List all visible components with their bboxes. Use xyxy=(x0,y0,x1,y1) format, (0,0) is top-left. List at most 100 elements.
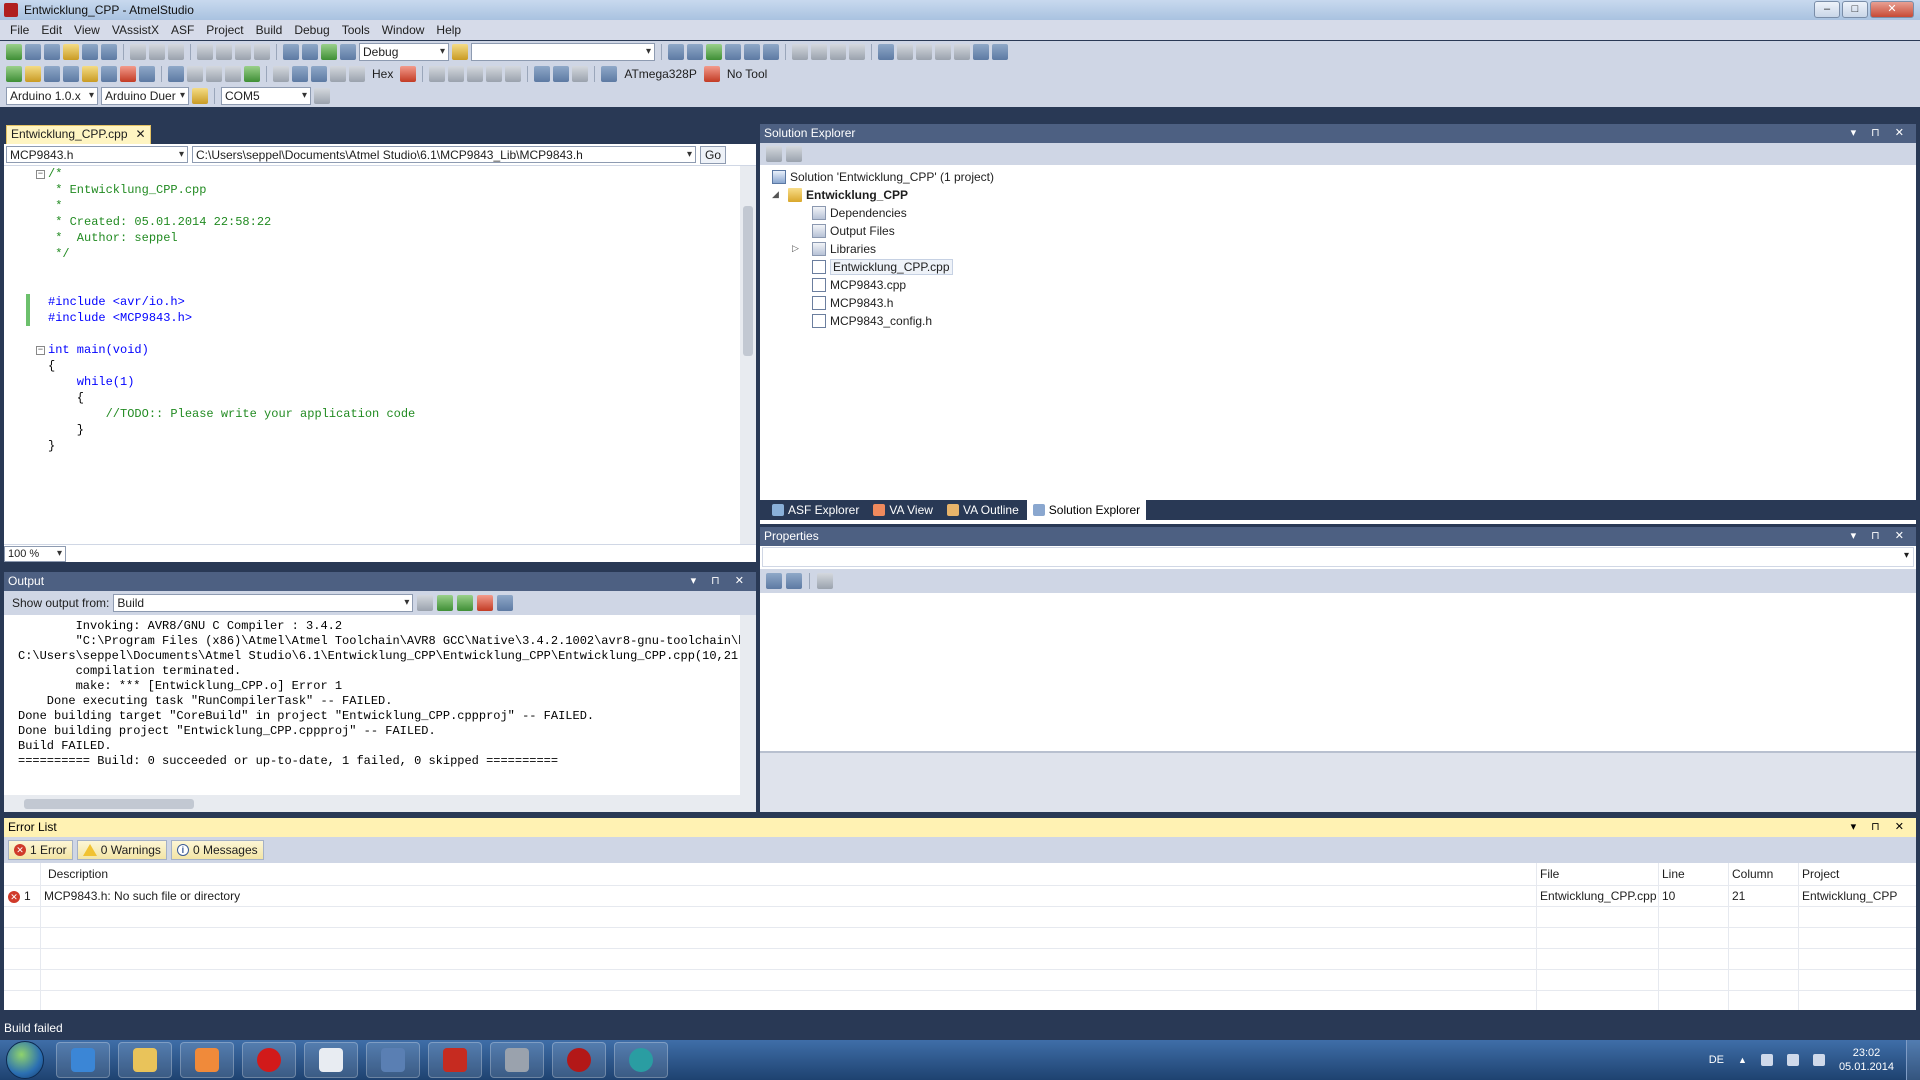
volume-icon[interactable] xyxy=(1812,1054,1825,1066)
editor-vertical-scrollbar[interactable] xyxy=(740,166,756,544)
network-icon[interactable] xyxy=(1786,1054,1799,1066)
collapse-icon[interactable]: ◢ xyxy=(772,189,779,200)
show-desktop-button[interactable] xyxy=(1906,1040,1920,1080)
taskbar-acrobat[interactable] xyxy=(428,1042,482,1078)
clock[interactable]: 23:02 05.01.2014 xyxy=(1839,1046,1894,1074)
save-all-icon[interactable] xyxy=(101,44,117,60)
find-in-files-icon[interactable] xyxy=(452,44,468,60)
spell-check-icon[interactable] xyxy=(120,66,136,82)
tab-va-outline[interactable]: VA Outline xyxy=(941,500,1025,520)
undo-icon[interactable] xyxy=(197,44,213,60)
go-button[interactable]: Go xyxy=(700,145,727,164)
stop-debugging-icon[interactable] xyxy=(187,66,203,82)
refactor-icon[interactable] xyxy=(63,66,79,82)
taskbar-atmel-studio[interactable] xyxy=(366,1042,420,1078)
categorized-icon[interactable] xyxy=(766,573,782,589)
find-symbol-icon[interactable] xyxy=(82,66,98,82)
comment-icon[interactable] xyxy=(830,44,846,60)
taskbar-internet-explorer[interactable] xyxy=(56,1042,110,1078)
tree-solution[interactable]: Solution 'Entwicklung_CPP' (1 project) xyxy=(772,168,994,186)
maximize-button[interactable]: □ xyxy=(1842,1,1868,18)
output-vertical-scrollbar[interactable] xyxy=(740,615,756,795)
save-icon[interactable] xyxy=(82,44,98,60)
menu-help[interactable]: Help xyxy=(430,23,467,37)
tree-item-output-files[interactable]: Output Files xyxy=(812,222,895,240)
extension-manager-icon[interactable] xyxy=(706,44,722,60)
tree-project[interactable]: Entwicklung_CPP xyxy=(788,186,908,204)
scroll-thumb[interactable] xyxy=(24,799,194,809)
column-line[interactable]: Line xyxy=(1662,863,1685,885)
tab-asf-explorer[interactable]: ASF Explorer xyxy=(766,500,865,520)
board-select[interactable]: Arduino Duer xyxy=(101,87,189,105)
tree-item-mcp9843-config-h[interactable]: MCP9843_config.h xyxy=(812,312,932,330)
prev-message-icon[interactable] xyxy=(437,595,454,611)
menu-window[interactable]: Window xyxy=(376,23,431,37)
help-icon[interactable] xyxy=(192,88,208,104)
menu-edit[interactable]: Edit xyxy=(35,23,68,37)
show-all-files-icon[interactable] xyxy=(786,146,802,162)
taskbar-ladybug[interactable] xyxy=(552,1042,606,1078)
search-combo[interactable] xyxy=(471,43,655,61)
scroll-thumb[interactable] xyxy=(743,206,753,356)
registers-icon[interactable] xyxy=(467,66,484,82)
menu-file[interactable]: File xyxy=(4,23,35,37)
serial-monitor-icon[interactable] xyxy=(314,88,330,104)
flag-icon[interactable] xyxy=(1760,1054,1773,1066)
column-description[interactable]: Description xyxy=(48,863,108,885)
close-button[interactable]: ✕ xyxy=(1870,1,1914,18)
warnings-filter-button[interactable]: 0 Warnings xyxy=(76,840,167,860)
io-view-icon[interactable] xyxy=(486,66,503,82)
break-all-icon[interactable] xyxy=(168,66,184,82)
menu-vassistx[interactable]: VAssistX xyxy=(106,23,165,37)
object-browser-icon[interactable] xyxy=(763,44,779,60)
property-pages-icon[interactable] xyxy=(817,573,833,589)
file-nav-select[interactable]: MCP9843.h xyxy=(6,146,188,163)
panel-controls[interactable]: ▾ ⊓ ✕ xyxy=(1851,818,1910,837)
copy-icon[interactable] xyxy=(149,44,165,60)
pause-icon[interactable] xyxy=(225,66,241,82)
tree-item-dependencies[interactable]: Dependencies xyxy=(812,204,907,222)
build-icon[interactable] xyxy=(283,44,299,60)
panel-controls[interactable]: ▾ ⊓ ✕ xyxy=(1851,527,1910,546)
next-bookmark-icon[interactable] xyxy=(916,44,932,60)
run-to-cursor-icon[interactable] xyxy=(311,66,327,82)
output-text[interactable]: Invoking: AVR8/GNU C Compiler : 3.4.2 "C… xyxy=(4,615,740,795)
solution-explorer-icon[interactable] xyxy=(687,44,703,60)
bookmark-window-icon[interactable] xyxy=(992,44,1008,60)
device-programming-icon[interactable] xyxy=(668,44,684,60)
processor-icon[interactable] xyxy=(505,66,522,82)
find-icon[interactable] xyxy=(302,44,318,60)
open-icon[interactable] xyxy=(25,66,41,82)
next-message-icon[interactable] xyxy=(457,595,474,611)
configuration-select[interactable]: Debug xyxy=(359,43,449,61)
panel-controls[interactable]: ▾ ⊓ ✕ xyxy=(1851,124,1910,143)
prev-bookmark-icon[interactable] xyxy=(897,44,913,60)
tool-name[interactable]: No Tool xyxy=(723,67,771,81)
errors-filter-button[interactable]: ✕ 1 Error xyxy=(8,840,73,860)
tree-item-entwicklung-cpp[interactable]: Entwicklung_CPP.cpp xyxy=(812,258,953,276)
step-into-icon[interactable] xyxy=(206,66,222,82)
cut-icon[interactable] xyxy=(130,44,146,60)
minimize-button[interactable]: – xyxy=(1814,1,1840,18)
fold-toggle-icon[interactable]: − xyxy=(36,170,45,179)
arduino-version-select[interactable]: Arduino 1.0.x xyxy=(6,87,98,105)
new-project-icon[interactable] xyxy=(25,44,41,60)
column-file[interactable]: File xyxy=(1540,863,1559,885)
fold-toggle-icon[interactable]: − xyxy=(36,346,45,355)
tree-item-mcp9843-cpp[interactable]: MCP9843.cpp xyxy=(812,276,906,294)
properties-icon[interactable] xyxy=(766,146,782,162)
menu-tools[interactable]: Tools xyxy=(336,23,376,37)
properties-icon[interactable] xyxy=(725,44,741,60)
port-select[interactable]: COM5 xyxy=(221,87,311,105)
code-area[interactable]: − − /* * Entwicklung_CPP.cpp * * Created… xyxy=(4,166,740,544)
output-horizontal-scrollbar[interactable] xyxy=(4,795,756,812)
add-item-icon[interactable] xyxy=(44,44,60,60)
window-layout-icon[interactable] xyxy=(553,66,570,82)
output-source-select[interactable]: Build xyxy=(113,594,414,612)
menu-project[interactable]: Project xyxy=(200,23,249,37)
clear-bookmarks-icon[interactable] xyxy=(935,44,951,60)
outdent-icon[interactable] xyxy=(811,44,827,60)
taskbar-opera[interactable] xyxy=(242,1042,296,1078)
path-nav-select[interactable]: C:\Users\seppel\Documents\Atmel Studio\6… xyxy=(192,146,696,163)
continue-icon[interactable] xyxy=(244,66,260,82)
